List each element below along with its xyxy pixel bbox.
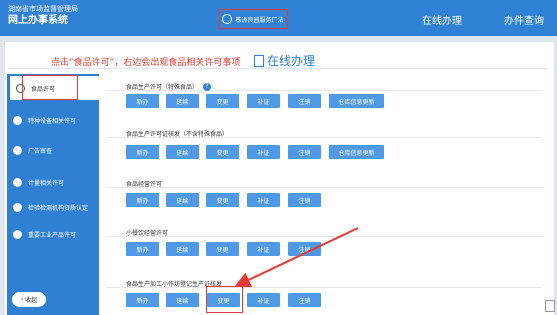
- annotation-arrow: [234, 227, 359, 288]
- scroll-corner: [545, 300, 555, 312]
